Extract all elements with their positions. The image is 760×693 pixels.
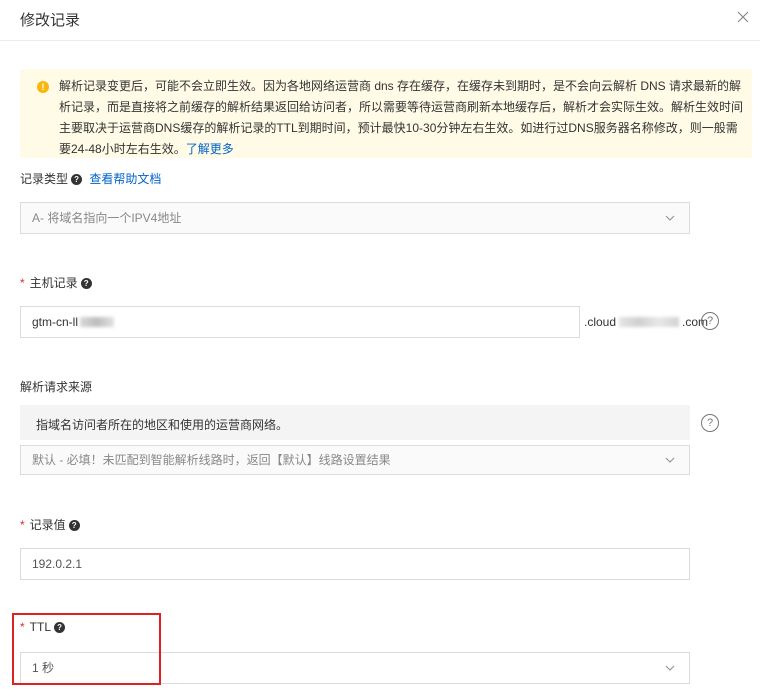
record-value-label-row: * 记录值?: [20, 516, 80, 533]
record-value-text: 192.0.2.1: [32, 557, 83, 571]
host-label: 主机记录: [29, 276, 78, 290]
source-select[interactable]: 默认 - 必填！未匹配到智能解析线路时，返回【默认】线路设置结果: [20, 445, 690, 475]
help-doc-link[interactable]: 查看帮助文档: [89, 172, 161, 186]
question-icon[interactable]: ?: [71, 174, 83, 185]
notice-banner: ! 解析记录变更后，可能不会立即生效。因为各地网络运营商 dns 存在缓存，在缓…: [20, 69, 752, 158]
question-icon[interactable]: ?: [68, 520, 80, 531]
question-icon[interactable]: ?: [80, 278, 92, 289]
source-description-box: 指域名访问者所在的地区和使用的运营商网络。: [20, 405, 690, 440]
domain-suffix-prefix: .cloud: [584, 315, 617, 329]
record-value-label: 记录值: [29, 518, 66, 532]
record-type-select[interactable]: A- 将域名指向一个IPV4地址: [20, 202, 690, 234]
source-label: 解析请求来源: [20, 380, 93, 394]
learn-more-link[interactable]: 了解更多: [186, 142, 234, 156]
help-icon[interactable]: ?: [701, 414, 719, 432]
record-type-value: A- 将域名指向一个IPV4地址: [32, 211, 182, 225]
record-type-label-row: 记录类型? 查看帮助文档: [20, 170, 161, 187]
host-record-text: gtm-cn-ll: [32, 315, 79, 329]
chevron-down-icon: [665, 457, 675, 463]
chevron-down-icon: [665, 215, 675, 221]
record-type-label: 记录类型: [20, 172, 69, 186]
host-label-row: * 主机记录?: [20, 274, 92, 291]
host-record-input[interactable]: gtm-cn-ll: [20, 306, 580, 338]
source-value: 默认 - 必填！未匹配到智能解析线路时，返回【默认】线路设置结果: [32, 453, 391, 467]
dialog-title: 修改记录: [20, 12, 81, 29]
redacted-text: [80, 317, 115, 327]
source-description: 指域名访问者所在的地区和使用的运营商网络。: [36, 418, 289, 432]
required-mark: *: [20, 518, 25, 532]
help-icon[interactable]: ?: [701, 312, 719, 330]
dialog-header: 修改记录: [0, 0, 760, 41]
chevron-down-icon: [665, 665, 675, 671]
notice-message: 解析记录变更后，可能不会立即生效。因为各地网络运营商 dns 存在缓存，在缓存未…: [59, 79, 744, 156]
notice-text: 解析记录变更后，可能不会立即生效。因为各地网络运营商 dns 存在缓存，在缓存未…: [59, 76, 744, 160]
warning-icon: !: [37, 81, 49, 93]
highlight-box: [12, 613, 161, 685]
redacted-domain: [619, 317, 680, 327]
host-record-value: gtm-cn-ll: [32, 307, 115, 337]
record-value-input[interactable]: 192.0.2.1: [20, 548, 690, 580]
close-icon[interactable]: [732, 6, 754, 28]
required-mark: *: [20, 276, 25, 290]
domain-suffix: .cloud .com: [584, 315, 708, 329]
